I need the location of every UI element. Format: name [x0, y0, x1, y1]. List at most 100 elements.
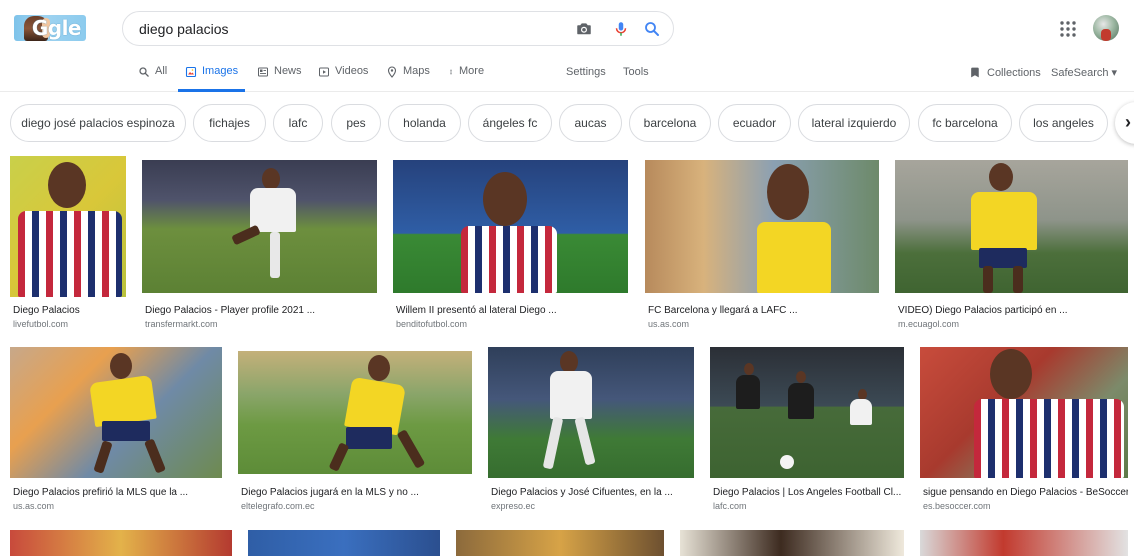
result-title[interactable]: Diego Palacios - Player profile 2021 ...	[145, 305, 377, 316]
result-thumbnail[interactable]	[248, 530, 440, 556]
result-title[interactable]: Willem II presentó al lateral Diego ...	[396, 305, 628, 316]
header: Ggle	[0, 0, 1134, 58]
collections-label: Collections	[987, 66, 1041, 79]
play-icon	[319, 67, 329, 77]
chip-aucas[interactable]: aucas	[559, 104, 622, 142]
result-source[interactable]: m.ecuagol.com	[898, 319, 959, 329]
image-result[interactable]: Diego Palacios jugará en la MLS y no ...…	[238, 351, 472, 517]
player-shirt	[850, 399, 872, 425]
result-thumbnail[interactable]	[10, 156, 126, 297]
tab-all-label: All	[155, 65, 168, 77]
chip-angeles-fc[interactable]: ángeles fc	[468, 104, 552, 142]
result-title[interactable]: Diego Palacios prefirió la MLS que la ..…	[13, 487, 222, 498]
result-source[interactable]: us.as.com	[648, 319, 689, 329]
image-result[interactable]	[10, 530, 232, 556]
safesearch-dropdown[interactable]: SafeSearch ▾	[1051, 66, 1117, 79]
tab-images[interactable]: Images	[178, 65, 246, 92]
tab-all[interactable]: All	[138, 65, 167, 92]
result-thumbnail[interactable]	[142, 160, 377, 293]
player-shorts	[979, 248, 1027, 268]
player-leg	[574, 416, 596, 466]
chip-diego-jose-palacios-espinoza[interactable]: diego josé palacios espinoza	[10, 104, 186, 142]
image-result[interactable]	[248, 530, 440, 556]
image-icon	[185, 66, 197, 78]
result-title[interactable]: FC Barcelona y llegará a LAFC ...	[648, 305, 879, 316]
result-thumbnail[interactable]	[920, 347, 1128, 478]
image-result[interactable]: Diego Palacios - Player profile 2021 ...…	[142, 160, 377, 336]
result-title[interactable]: Diego Palacios | Los Angeles Football Cl…	[713, 487, 904, 498]
result-title[interactable]: Diego Palacios	[13, 305, 126, 316]
image-result[interactable]: VIDEO) Diego Palacios participó en ... m…	[895, 160, 1128, 336]
result-title[interactable]: sigue pensando en Diego Palacios - BeSoc…	[923, 487, 1128, 498]
chip-fc-barcelona[interactable]: fc barcelona	[918, 104, 1012, 142]
image-result[interactable]	[456, 530, 664, 556]
related-search-chips: diego josé palacios espinoza fichajes la…	[0, 104, 1134, 144]
tab-maps[interactable]: Maps	[386, 65, 430, 92]
chip-fichajes[interactable]: fichajes	[193, 104, 266, 142]
search-tabs-bar: All Images News Videos Maps More Setting…	[0, 58, 1134, 92]
image-result[interactable]: Diego Palacios | Los Angeles Football Cl…	[710, 347, 904, 517]
result-thumbnail[interactable]	[710, 347, 904, 478]
mic-icon[interactable]	[612, 20, 630, 38]
result-title[interactable]: VIDEO) Diego Palacios participó en ...	[898, 305, 1128, 316]
image-result[interactable]: Diego Palacios y José Cifuentes, en la .…	[488, 347, 694, 517]
image-result[interactable]: Diego Palacios livefutbol.com	[10, 156, 126, 336]
result-thumbnail[interactable]	[10, 530, 232, 556]
tab-videos-label: Videos	[335, 65, 369, 77]
result-source[interactable]: livefutbol.com	[13, 319, 68, 329]
tab-videos[interactable]: Videos	[318, 65, 368, 92]
chip-los-angeles[interactable]: los angeles	[1019, 104, 1108, 142]
image-result[interactable]: sigue pensando en Diego Palacios - BeSoc…	[920, 347, 1128, 517]
search-input[interactable]	[139, 21, 539, 37]
image-result[interactable]: FC Barcelona y llegará a LAFC ... us.as.…	[645, 160, 879, 336]
result-source[interactable]: expreso.ec	[491, 501, 535, 511]
google-doodle-logo[interactable]: Ggle	[14, 15, 86, 41]
map-pin-icon	[387, 66, 397, 78]
player-leg	[542, 416, 564, 470]
tab-more[interactable]: More	[448, 65, 484, 92]
result-thumbnail[interactable]	[488, 347, 694, 478]
chip-lateral-izquierdo[interactable]: lateral izquierdo	[798, 104, 910, 142]
player-shirt	[18, 211, 122, 297]
chip-ecuador[interactable]: ecuador	[718, 104, 791, 142]
result-thumbnail[interactable]	[456, 530, 664, 556]
image-result[interactable]: Diego Palacios prefirió la MLS que la ..…	[10, 347, 222, 517]
camera-icon[interactable]	[575, 20, 593, 38]
apps-grid-icon[interactable]	[1059, 20, 1077, 38]
search-icon[interactable]	[643, 20, 661, 38]
collections-link[interactable]: Collections	[969, 66, 1041, 79]
football	[780, 455, 794, 469]
player-head	[767, 164, 809, 220]
result-title[interactable]: Diego Palacios y José Cifuentes, en la .…	[491, 487, 694, 498]
image-result[interactable]	[920, 530, 1128, 556]
player-shirt	[974, 399, 1124, 478]
search-box[interactable]	[122, 11, 674, 46]
chip-barcelona[interactable]: barcelona	[629, 104, 711, 142]
result-thumbnail[interactable]	[10, 347, 222, 478]
account-avatar[interactable]	[1093, 15, 1119, 41]
result-thumbnail[interactable]	[393, 160, 628, 293]
result-source[interactable]: benditofutbol.com	[396, 319, 467, 329]
result-thumbnail[interactable]	[645, 160, 879, 293]
chip-lafc[interactable]: lafc	[273, 104, 323, 142]
result-thumbnail[interactable]	[920, 530, 1128, 556]
image-result[interactable]: Willem II presentó al lateral Diego ... …	[393, 160, 628, 336]
chip-holanda[interactable]: holanda	[388, 104, 461, 142]
chip-pes[interactable]: pes	[331, 104, 381, 142]
result-source[interactable]: lafc.com	[713, 501, 747, 511]
tools-link[interactable]: Tools	[623, 66, 649, 78]
result-thumbnail[interactable]	[680, 530, 904, 556]
player-head	[990, 349, 1032, 399]
result-source[interactable]: us.as.com	[13, 501, 54, 511]
settings-link[interactable]: Settings	[566, 66, 606, 78]
result-source[interactable]: es.besoccer.com	[923, 501, 991, 511]
result-title[interactable]: Diego Palacios jugará en la MLS y no ...	[241, 487, 472, 498]
tab-news[interactable]: News	[257, 65, 302, 92]
tab-more-label: More	[459, 65, 485, 77]
result-source[interactable]: transfermarkt.com	[145, 319, 218, 329]
image-result[interactable]	[680, 530, 904, 556]
tab-news-label: News	[274, 65, 302, 77]
result-thumbnail[interactable]	[895, 160, 1128, 293]
result-source[interactable]: eltelegrafo.com.ec	[241, 501, 315, 511]
result-thumbnail[interactable]	[238, 351, 472, 474]
